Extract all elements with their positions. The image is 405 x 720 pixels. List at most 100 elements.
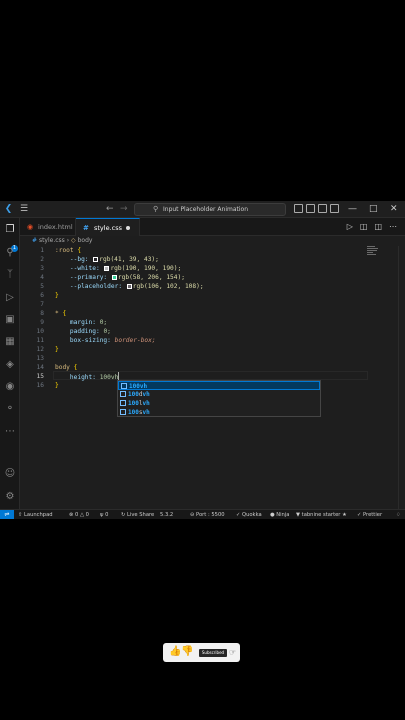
line-number: 3 [40, 265, 44, 272]
check-icon: ✓ [236, 512, 241, 518]
line-number: 11 [36, 337, 44, 344]
extensions-icon[interactable]: ▦ [4, 336, 16, 348]
css-icon: # [32, 237, 38, 244]
code-editor[interactable]: 1 2 3 4 5 6 7 8 9 10 11 12 13 14 15 16 :root { --bg: rg… [20, 246, 405, 509]
forward-arrow-icon[interactable]: → [120, 204, 128, 214]
rocket-icon: ⇧ [18, 512, 23, 518]
customize-layout-icon[interactable] [330, 204, 339, 213]
status-ports[interactable]: ψ 0 [100, 510, 108, 519]
activity-bar: ❐ 1 ⚲ ᛉ ▷ ▣ ▦ ◈ ◉ ⚬ ⋯ ☺ ⚙ [0, 218, 20, 509]
tab-style-css[interactable]: # style.css [76, 218, 140, 236]
line-number: 14 [36, 364, 44, 371]
suggestion-item[interactable]: 100svh [118, 408, 320, 417]
run-debug-icon[interactable]: ▷ [4, 292, 16, 304]
color-swatch-placeholder[interactable] [126, 284, 132, 289]
status-ninja[interactable]: ● Ninja [270, 510, 289, 519]
suggestion-item[interactable]: 100dvh [118, 390, 320, 399]
minimap[interactable] [367, 246, 379, 266]
pointer-hand-icon: ☞ [229, 648, 237, 657]
value-icon [120, 391, 126, 397]
warning-icon: △ [79, 512, 84, 518]
line-number: 1 [40, 247, 44, 254]
search-icon: ⚲ [153, 205, 159, 213]
code-line-4: --primary: rgb(58, 206, 154); [69, 274, 185, 281]
compare-icon[interactable]: ◫ [360, 222, 368, 232]
code-line-1: :root { [55, 247, 82, 254]
status-problems[interactable]: ⊗ 0 △ 0 [69, 510, 89, 519]
code-line-3: --white: rgb(190, 190, 190); [69, 265, 182, 272]
more-icon[interactable]: ⋯ [4, 426, 16, 438]
editor-tabs: ◉ index.html # style.css ▷ ◫ ◫ ⋯ [20, 218, 405, 236]
explorer-icon[interactable]: ❐ [4, 224, 16, 236]
split-editor-icon[interactable]: ◫ [374, 222, 382, 232]
vertical-scrollbar[interactable] [398, 246, 405, 509]
status-prettier[interactable]: ✓ Prettier [357, 510, 382, 519]
subscribe-button[interactable]: Subscribed [199, 649, 227, 657]
toggle-panel-icon[interactable] [306, 204, 315, 213]
command-center-search[interactable]: ⚲ Input Placeholder Animation [134, 203, 286, 216]
search-icon[interactable]: ⚲ [4, 247, 16, 259]
autocomplete-widget: 100vh 100dvh 100lvh 100svh [117, 380, 321, 417]
status-quokka[interactable]: ✓ Quokka [236, 510, 262, 519]
notifications-bell-icon[interactable]: ♢ [396, 510, 401, 519]
error-icon: ⊗ [69, 512, 74, 518]
double-check-icon: ✓ [357, 512, 362, 518]
vscode-logo-icon: ❮ [4, 204, 13, 214]
more-actions-icon[interactable]: ⋯ [389, 222, 397, 232]
color-swatch-white[interactable] [104, 266, 110, 271]
breadcrumb-symbol[interactable]: body [78, 237, 93, 244]
toggle-secondary-sidebar-icon[interactable] [318, 204, 327, 213]
code-line-14: body { [55, 364, 78, 371]
status-go-live-port[interactable]: ⊖ Port : 5500 [190, 510, 225, 519]
breadcrumb-file[interactable]: style.css [39, 237, 65, 244]
testing-icon[interactable]: ◈ [4, 359, 16, 371]
tabnine-icon: ▼ [296, 512, 300, 518]
vscode-window: ❮ ☰ ← → ⚲ Input Placeholder Animation — … [0, 201, 405, 519]
line-number: 2 [40, 256, 44, 263]
status-live-share[interactable]: ↻ Live Share [121, 510, 154, 519]
toggle-sidebar-icon[interactable] [294, 204, 303, 213]
thumbs-up-icon[interactable]: 👍 [169, 646, 181, 658]
suggestion-item[interactable]: 100vh [118, 381, 320, 390]
code-line-11: box-sizing: border-box; [69, 337, 156, 344]
back-arrow-icon[interactable]: ← [106, 204, 114, 214]
line-number: 9 [40, 319, 44, 326]
line-number: 12 [36, 346, 44, 353]
accounts-icon[interactable]: ☺ [4, 468, 16, 480]
remote-explorer-icon[interactable]: ▣ [4, 314, 16, 326]
status-bar: ⇌ ⇧ Launchpad ⊗ 0 △ 0 ψ 0 ↻ Live Share 5… [0, 509, 405, 519]
tab-label: style.css [94, 224, 122, 232]
html5-icon: ◉ [27, 223, 34, 231]
line-number: 7 [40, 301, 44, 308]
text-cursor [118, 372, 120, 380]
code-line-10: padding: 0; [69, 328, 111, 335]
status-launchpad[interactable]: ⇧ Launchpad [18, 510, 53, 519]
command-center-text: Input Placeholder Animation [163, 206, 248, 213]
close-icon[interactable]: ✕ [390, 203, 398, 215]
source-control-icon[interactable]: ᛉ [4, 269, 16, 281]
tab-label: index.html [38, 223, 73, 231]
run-icon[interactable]: ▷ [347, 222, 353, 232]
ninja-icon: ● [270, 512, 275, 518]
color-swatch-primary[interactable] [111, 275, 117, 280]
hamburger-menu-icon[interactable]: ☰ [20, 205, 30, 214]
line-number: 8 [40, 310, 44, 317]
broadcast-icon: ⊖ [190, 512, 195, 518]
remote-indicator-icon[interactable]: ⇌ [0, 510, 14, 519]
github-icon[interactable]: ◉ [4, 381, 16, 393]
unsaved-dot-icon[interactable] [126, 226, 130, 230]
status-tabnine[interactable]: ▼ tabnine starter ★ [296, 510, 347, 519]
code-line-8: * { [55, 310, 67, 317]
minimize-icon[interactable]: — [348, 203, 357, 215]
suggestion-item[interactable]: 100lvh [118, 399, 320, 408]
maximize-icon[interactable]: □ [369, 203, 378, 215]
thumbs-down-icon[interactable]: 👎 [181, 646, 193, 658]
settings-gear-icon[interactable]: ⚙ [4, 491, 16, 503]
color-swatch-bg[interactable] [93, 257, 99, 262]
status-version[interactable]: 5.3.2 [160, 510, 173, 519]
layout-controls [294, 204, 339, 213]
tab-index-html[interactable]: ◉ index.html [20, 218, 76, 236]
line-number: 13 [36, 355, 44, 362]
value-icon [120, 400, 126, 406]
live-share-icon[interactable]: ⚬ [4, 403, 16, 415]
